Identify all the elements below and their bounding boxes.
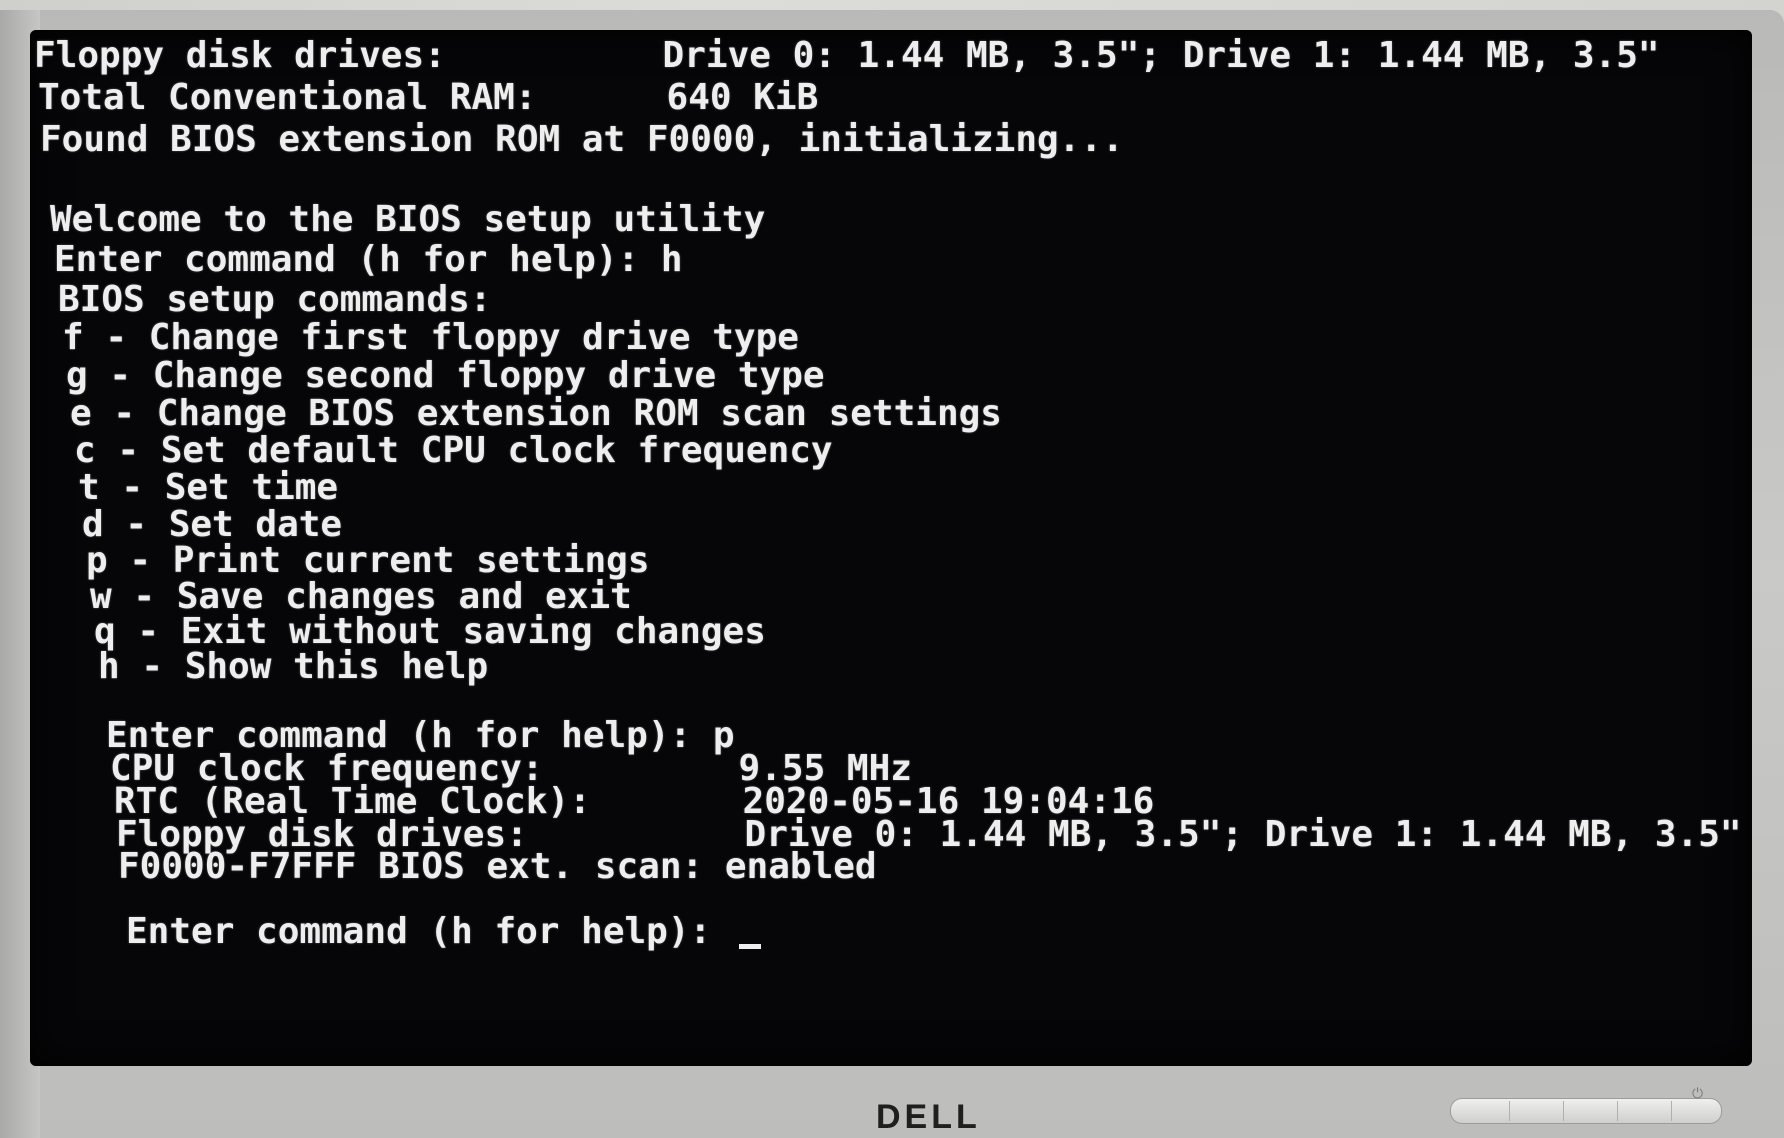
console-line: g - Change second floppy drive type xyxy=(66,355,825,396)
console-line: F0000-F7FFF BIOS ext. scan: enabled xyxy=(118,846,877,887)
bios-console-screen[interactable]: Floppy disk drives: Drive 0: 1.44 MB, 3.… xyxy=(30,30,1752,1066)
monitor-menu-button[interactable] xyxy=(1455,1101,1510,1121)
console-line: Found BIOS extension ROM at F0000, initi… xyxy=(40,119,1124,160)
console-line: Total Conventional RAM: 640 KiB xyxy=(38,77,819,118)
monitor-input-button[interactable] xyxy=(1509,1101,1564,1121)
console-line: Floppy disk drives: Drive 0: 1.44 MB, 3.… xyxy=(34,35,1660,76)
monitor-power-button[interactable] xyxy=(1671,1101,1725,1121)
console-line: h - Show this help xyxy=(98,646,489,687)
monitor-button-bar xyxy=(1450,1098,1722,1124)
console-line: t - Set time xyxy=(78,467,339,508)
console-line: e - Change BIOS extension ROM scan setti… xyxy=(70,393,1002,434)
monitor-minus-button[interactable] xyxy=(1563,1101,1618,1121)
console-line: f - Change first floppy drive type xyxy=(62,317,799,358)
console-line: Enter command (h for help): h xyxy=(54,239,683,280)
command-prompt: Enter command (h for help): xyxy=(126,911,733,952)
console-line: p - Print current settings xyxy=(86,540,650,581)
console-line: BIOS setup commands: xyxy=(58,279,492,320)
console-line: c - Set default CPU clock frequency xyxy=(74,430,833,471)
monitor-plus-button[interactable] xyxy=(1617,1101,1672,1121)
power-icon: ⏻ xyxy=(1692,1086,1704,1102)
command-prompt-line[interactable]: Enter command (h for help): xyxy=(126,912,761,952)
dell-logo: DELL xyxy=(876,1098,981,1136)
console-line: Welcome to the BIOS setup utility xyxy=(50,199,766,240)
text-cursor xyxy=(738,944,761,949)
console-line: d - Set date xyxy=(82,504,343,545)
